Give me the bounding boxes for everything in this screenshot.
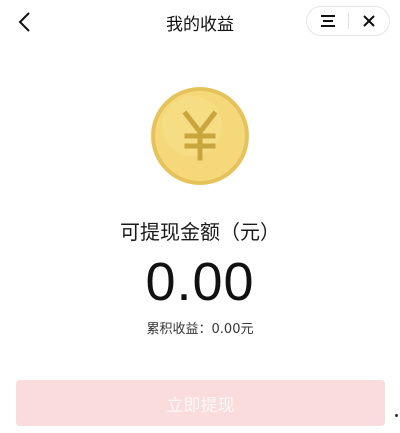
withdrawable-amount-label: 可提现金额（元） <box>120 220 280 244</box>
total-earnings: 累积收益：0.00元 <box>146 322 254 337</box>
nav-bar: 我的收益 <box>0 0 400 44</box>
menu-button[interactable] <box>307 7 348 35</box>
yuan-coin-icon <box>150 86 250 186</box>
withdraw-button[interactable]: 立即提现 <box>16 380 385 426</box>
withdrawable-amount: 0.00 <box>145 252 255 312</box>
close-icon <box>362 15 375 27</box>
mini-program-capsule <box>306 6 390 36</box>
decorative-dot <box>395 414 398 417</box>
menu-icon <box>320 15 335 27</box>
close-button[interactable] <box>348 7 389 35</box>
